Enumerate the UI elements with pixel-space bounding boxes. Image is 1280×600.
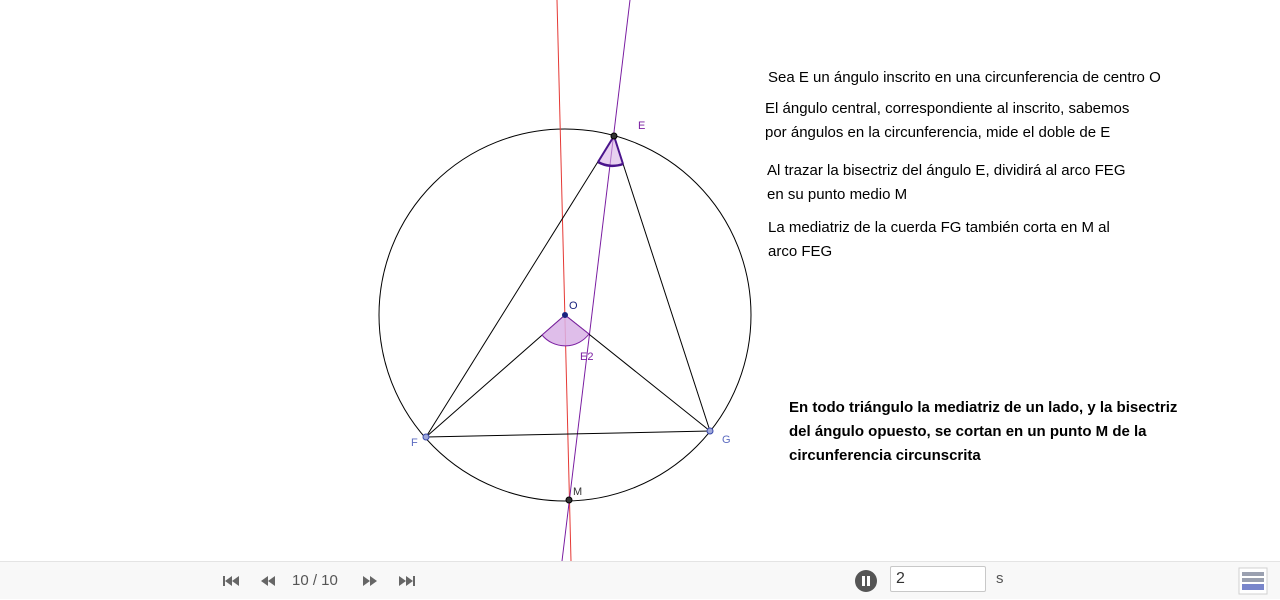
label-M: M <box>573 486 582 498</box>
angle-bisector-line <box>561 0 631 561</box>
rewind-icon[interactable] <box>257 571 279 591</box>
text-inscribed-angle: Sea E un ángulo inscrito en una circunfe… <box>768 69 1161 86</box>
segment-EF <box>425 135 615 438</box>
perpendicular-bisector-line <box>556 0 572 561</box>
pause-icon[interactable] <box>855 570 877 592</box>
fast-forward-icon[interactable] <box>359 571 381 591</box>
central-angle-sector <box>541 314 590 347</box>
playback-toolbar: 10 / 10 s <box>0 561 1280 599</box>
point-E[interactable] <box>610 132 618 140</box>
text-conclusion: En todo triángulo la mediatriz de un lad… <box>789 399 1178 464</box>
algebra-view-icon[interactable] <box>1238 567 1268 595</box>
label-F: F <box>411 437 418 449</box>
speed-unit-label: s <box>996 570 1004 587</box>
segment-EG <box>613 135 711 432</box>
skip-first-icon[interactable] <box>220 571 242 591</box>
label-G: G <box>722 434 731 446</box>
step-counter: 10 / 10 <box>292 572 338 589</box>
text-central-angle: El ángulo central, correspondiente al in… <box>765 100 1130 141</box>
speed-input[interactable] <box>890 566 986 592</box>
point-O[interactable] <box>562 312 568 318</box>
point-F[interactable] <box>422 433 430 441</box>
point-M[interactable] <box>565 496 573 504</box>
text-bisector: Al trazar la bisectriz del ángulo E, div… <box>767 162 1126 203</box>
label-O: O <box>569 300 578 312</box>
label-E: E <box>638 120 645 132</box>
skip-last-icon[interactable] <box>396 571 418 591</box>
point-G[interactable] <box>706 427 714 435</box>
label-E2: E2 <box>580 351 593 363</box>
text-perpendicular-bisector: La mediatriz de la cuerda FG también cor… <box>768 219 1110 260</box>
